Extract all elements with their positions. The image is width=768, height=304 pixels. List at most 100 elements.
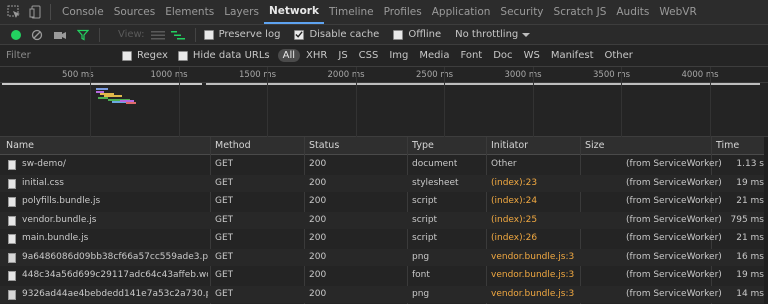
disable-cache-box[interactable] (294, 29, 305, 40)
row-initiator[interactable]: vendor.bundle.js:3 (491, 267, 574, 285)
throttling-select[interactable]: No throttling (455, 29, 531, 40)
filter-type-ws[interactable]: WS (519, 49, 545, 62)
row-initiator[interactable]: (index):24 (491, 193, 537, 211)
filter-type-js[interactable]: JS (333, 49, 352, 62)
row-name[interactable]: 9326ad44ae4bebdedd141e7a53c2a730.png (22, 286, 208, 304)
tab-timeline[interactable]: Timeline (324, 0, 379, 24)
header-initiator[interactable]: Initiator (491, 137, 528, 155)
image-file-icon (8, 252, 16, 263)
clear-icon[interactable] (31, 29, 43, 41)
row-initiator[interactable]: (index):26 (491, 230, 537, 248)
overview-window-handle[interactable] (2, 83, 202, 85)
tab-security[interactable]: Security (495, 0, 548, 24)
row-time: 1.13 s (736, 159, 764, 169)
row-method: GET (215, 288, 234, 299)
tab-webvr[interactable]: WebVR (654, 0, 701, 24)
tab-sources[interactable]: Sources (109, 0, 161, 24)
overview-waterfall-icon[interactable] (170, 30, 185, 40)
header-name[interactable]: Name (6, 137, 34, 155)
offline-box[interactable] (393, 29, 404, 40)
filter-type-media[interactable]: Media (414, 49, 454, 62)
row-initiator[interactable]: (index):25 (491, 212, 537, 230)
filter-type-doc[interactable]: Doc (488, 49, 517, 62)
chevron-down-icon (522, 32, 531, 37)
record-button[interactable] (11, 29, 21, 40)
tick-label: 2000 ms (327, 70, 365, 80)
hide-data-urls-box[interactable] (177, 50, 188, 61)
large-rows-icon[interactable] (150, 30, 165, 40)
row-initiator[interactable]: (index):23 (491, 175, 537, 193)
overview-window-track[interactable] (206, 83, 760, 85)
row-name[interactable]: main.bundle.js (22, 230, 208, 248)
tab-console[interactable]: Console (57, 0, 109, 24)
inspect-element-icon[interactable] (6, 4, 22, 20)
row-status: 200 (309, 196, 327, 206)
tab-application[interactable]: Application (427, 0, 496, 24)
row-size: (from ServiceWorker) (626, 177, 722, 188)
table-row[interactable]: 9a6486086d09bb38cf66a57cc559ade3.png GET 2… (0, 248, 768, 267)
row-method: GET (215, 251, 234, 262)
header-type[interactable]: Type (412, 137, 434, 155)
table-row[interactable]: 448c34a56d699c29117adc64c43affeb.woff2 GE… (0, 267, 768, 285)
filter-type-font[interactable]: Font (455, 49, 487, 62)
filter-type-xhr[interactable]: XHR (301, 49, 332, 62)
table-row[interactable]: main.bundle.js GET 200 script (index):26 (fro… (0, 230, 768, 248)
filter-type-img[interactable]: Img (384, 49, 413, 62)
filter-icon[interactable] (77, 29, 89, 41)
filter-type-css[interactable]: CSS (354, 49, 384, 62)
tab-elements[interactable]: Elements (160, 0, 219, 24)
tab-scratch-js[interactable]: Scratch JS (549, 0, 612, 24)
tab-network[interactable]: Network (263, 0, 324, 24)
row-name[interactable]: vendor.bundle.js (22, 212, 208, 230)
filter-type-manifest[interactable]: Manifest (546, 49, 599, 62)
throttling-value: No throttling (455, 29, 519, 40)
row-initiator[interactable]: vendor.bundle.js:3 (491, 286, 574, 304)
tick-label: 3500 ms (593, 70, 631, 80)
disable-cache-checkbox[interactable]: Disable cache (294, 29, 379, 40)
header-time[interactable]: Time (716, 137, 739, 155)
row-name[interactable]: polyfills.bundle.js (22, 193, 208, 211)
row-name[interactable]: initial.css (22, 175, 208, 193)
hide-data-urls-checkbox[interactable]: Hide data URLs (177, 50, 270, 61)
header-size[interactable]: Size (585, 137, 605, 155)
row-status: 200 (309, 270, 327, 280)
row-name[interactable]: 9a6486086d09bb38cf66a57cc559ade3.png (22, 249, 208, 267)
capture-screenshots-icon[interactable] (53, 29, 67, 41)
header-method[interactable]: Method (215, 137, 251, 155)
row-initiator[interactable]: vendor.bundle.js:3 (491, 249, 574, 267)
regex-checkbox[interactable]: Regex (122, 50, 168, 61)
regex-box[interactable] (122, 50, 132, 61)
row-type: script (412, 196, 438, 206)
preserve-log-checkbox[interactable]: Preserve log (203, 29, 281, 40)
toolbar-divider-2 (194, 27, 196, 42)
row-name[interactable]: 448c34a56d699c29117adc64c43affeb.woff2 (22, 267, 208, 285)
row-type: document (412, 159, 458, 169)
tick-label: 4000 ms (681, 70, 719, 80)
row-type: script (412, 214, 438, 225)
filter-input[interactable] (4, 47, 122, 64)
row-time: 19 ms (736, 177, 764, 188)
table-row[interactable]: initial.css GET 200 stylesheet (index):23 (fr… (0, 174, 768, 193)
preserve-log-label: Preserve log (218, 29, 281, 40)
offline-checkbox[interactable]: Offline (393, 29, 441, 40)
filter-type-other[interactable]: Other (600, 49, 638, 62)
timeline-overview[interactable]: 500 ms 1000 ms 1500 ms 2000 ms 2500 ms 3000 m… (0, 67, 768, 137)
tick-label: 1000 ms (150, 70, 188, 80)
table-row[interactable]: 9326ad44ae4bebdedd141e7a53c2a730.png GET 2… (0, 285, 768, 304)
tab-layers[interactable]: Layers (219, 0, 264, 24)
gridline (267, 67, 268, 137)
tab-profiles[interactable]: Profiles (379, 0, 427, 24)
regex-label: Regex (137, 50, 168, 61)
table-scrollbar[interactable] (764, 137, 768, 304)
device-toolbar-icon[interactable] (28, 4, 44, 20)
row-time: 14 ms (736, 288, 764, 299)
table-row[interactable]: vendor.bundle.js GET 200 script (index):25 (f… (0, 211, 768, 230)
table-row[interactable]: sw-demo/GET 200 document Other (from Service… (0, 156, 768, 174)
table-row[interactable]: polyfills.bundle.js GET 200 script (index):2… (0, 193, 768, 211)
filter-type-all[interactable]: All (277, 49, 301, 62)
checkmark-icon (295, 31, 304, 38)
header-status[interactable]: Status (309, 137, 339, 155)
tab-audits[interactable]: Audits (611, 0, 654, 24)
row-name[interactable]: sw-demo/ (22, 156, 208, 174)
preserve-log-box[interactable] (203, 29, 214, 40)
